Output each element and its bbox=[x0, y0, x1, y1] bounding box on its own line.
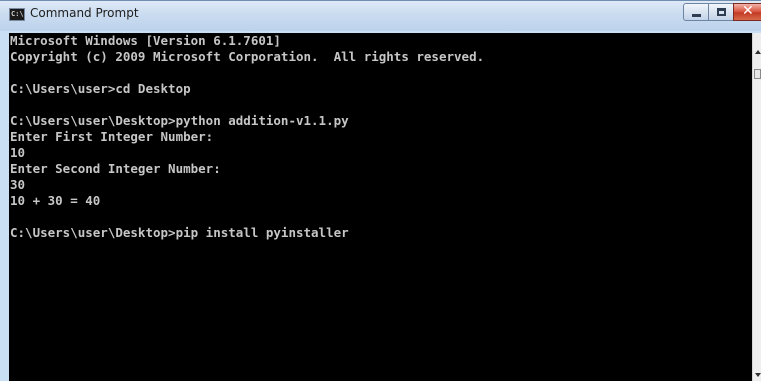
minimize-icon bbox=[692, 14, 701, 17]
close-icon: ✕ bbox=[742, 3, 754, 19]
console-line: 10 bbox=[10, 145, 26, 160]
scroll-thumb[interactable] bbox=[754, 69, 761, 79]
title-bar[interactable]: C:\ Command Prompt ✕ bbox=[0, 1, 761, 31]
console-line: Microsoft Windows [Version 6.1.7601] bbox=[10, 33, 281, 48]
console-line: Enter Second Integer Number: bbox=[10, 161, 221, 176]
minimize-button[interactable] bbox=[683, 3, 709, 21]
cmd-icon-glyph: C:\ bbox=[11, 10, 24, 18]
command-prompt-window: C:\ Command Prompt ✕ Microsoft Windows [… bbox=[0, 0, 761, 381]
console-line: Enter First Integer Number: bbox=[10, 129, 214, 144]
console-output[interactable]: Microsoft Windows [Version 6.1.7601] Cop… bbox=[9, 33, 752, 381]
close-button[interactable]: ✕ bbox=[733, 3, 761, 21]
console-line: 30 bbox=[10, 177, 26, 192]
maximize-icon bbox=[717, 8, 726, 16]
scroll-up-icon[interactable] bbox=[755, 50, 761, 54]
console-line: Copyright (c) 2009 Microsoft Corporation… bbox=[10, 49, 485, 64]
console-line: C:\Users\user\Desktop>python addition-v1… bbox=[10, 113, 349, 128]
maximize-button[interactable] bbox=[708, 3, 734, 21]
console-line: C:\Users\user\Desktop>pip install pyinst… bbox=[10, 225, 349, 240]
vertical-scrollbar[interactable] bbox=[752, 33, 761, 381]
scroll-down-icon[interactable] bbox=[755, 373, 761, 377]
cmd-icon[interactable]: C:\ bbox=[9, 8, 25, 21]
console-line: 10 + 30 = 40 bbox=[10, 193, 101, 208]
window-title: Command Prompt bbox=[30, 6, 139, 20]
console-line: C:\Users\user>cd Desktop bbox=[10, 81, 191, 96]
